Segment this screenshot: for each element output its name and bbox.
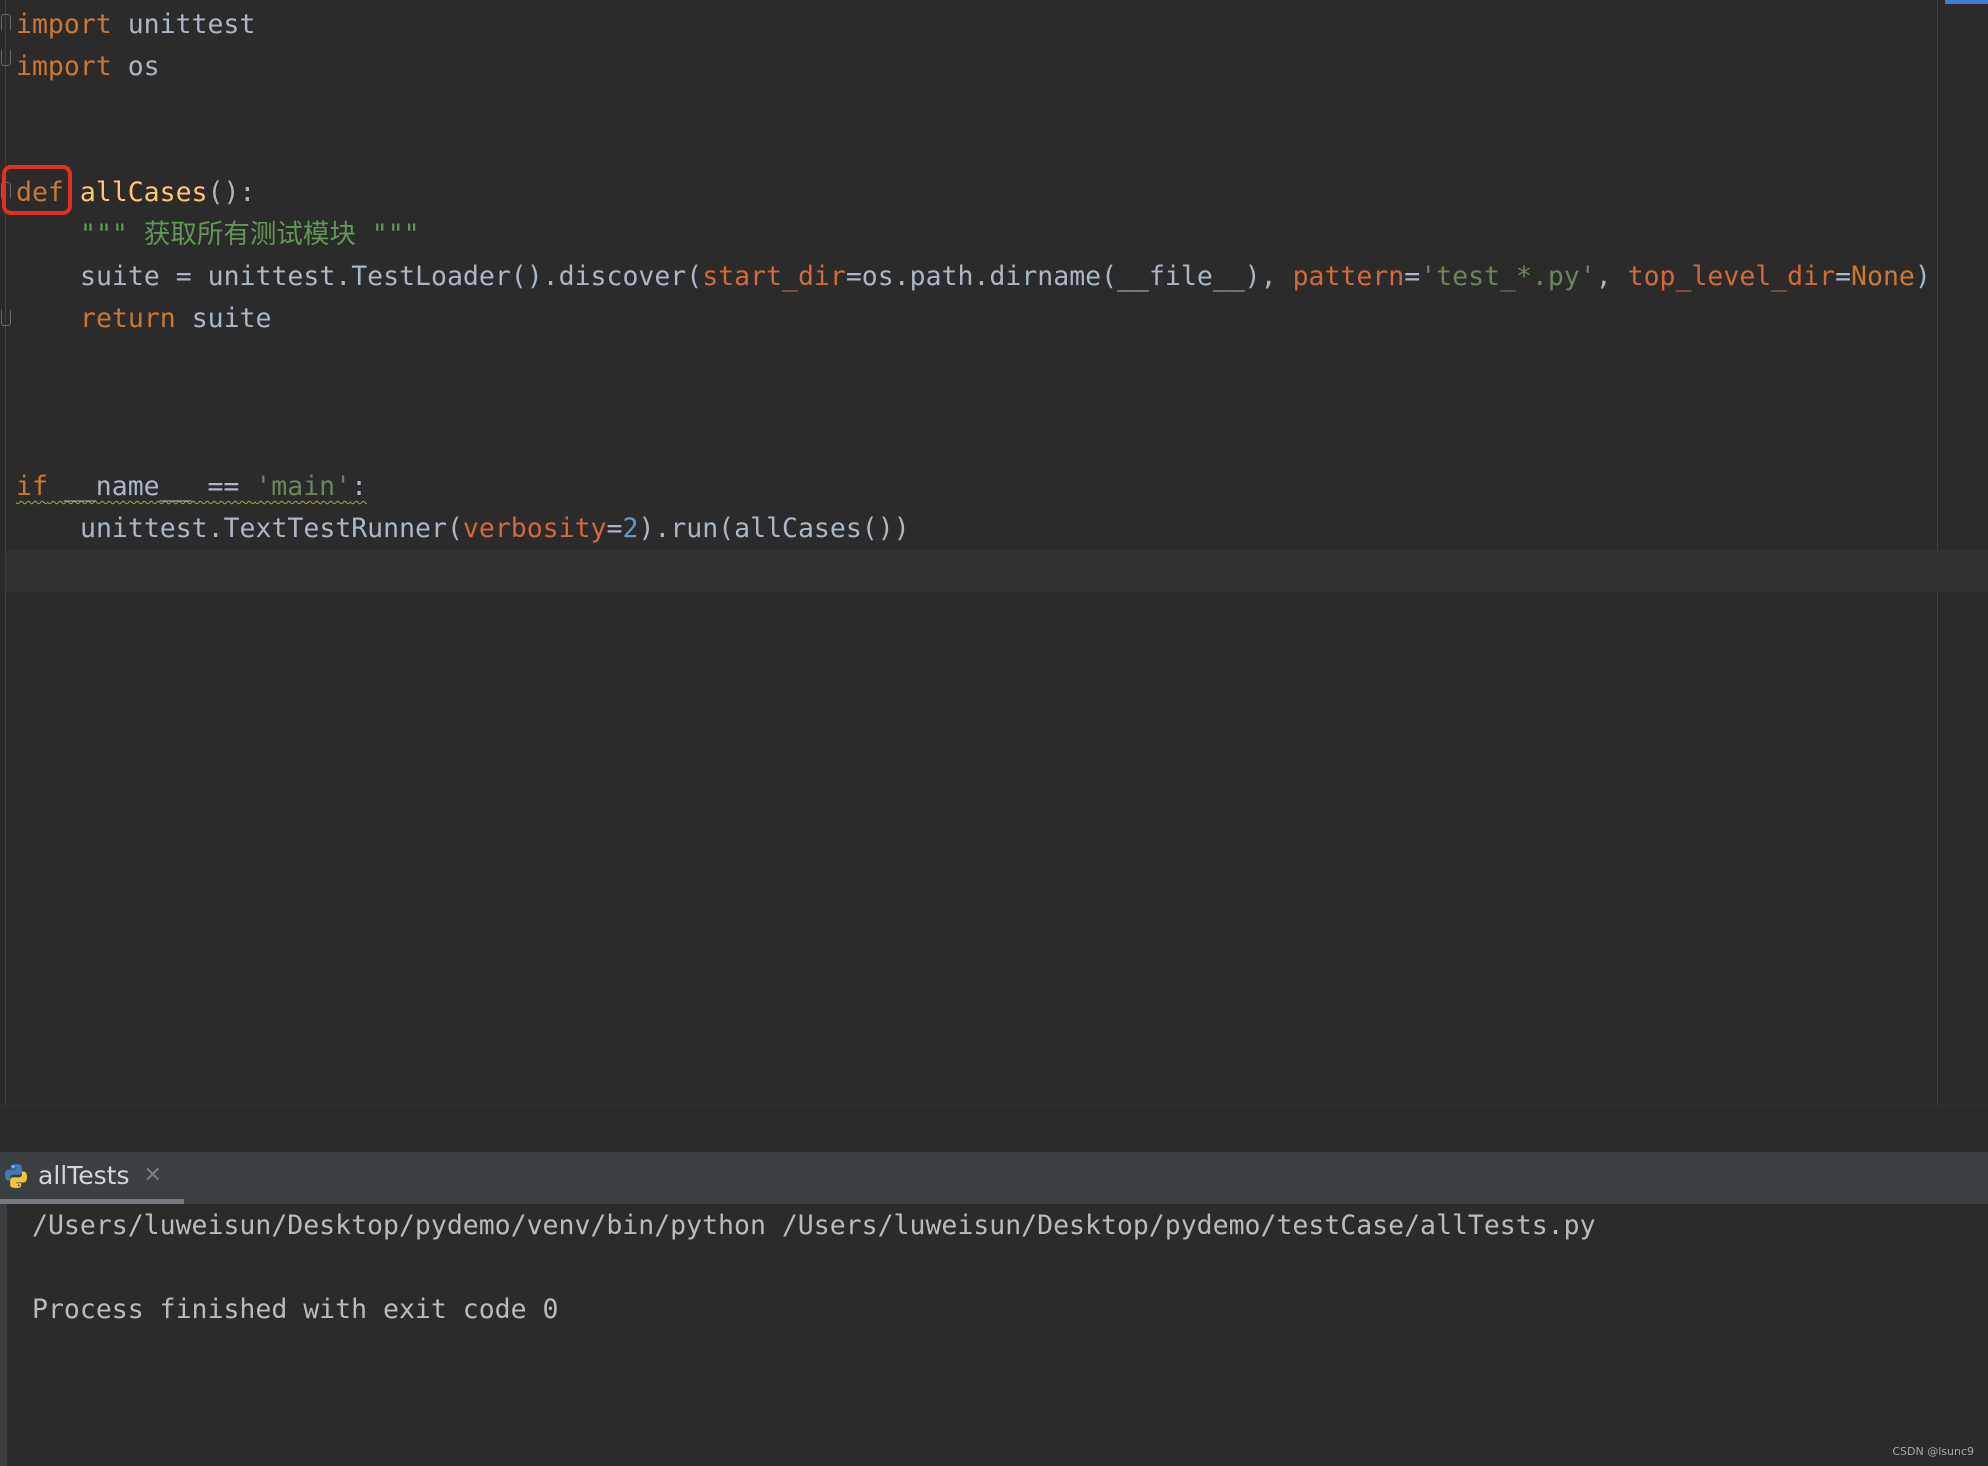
code-text: =	[1404, 261, 1421, 292]
fold-end-icon[interactable]	[1, 50, 11, 66]
keyword-import: import	[16, 9, 112, 40]
code-text: suite = unittest.TestLoader().discover(	[80, 261, 703, 292]
code-text: )	[1914, 261, 1931, 292]
string-main: 'main'	[255, 471, 352, 502]
keyword-import: import	[16, 51, 112, 82]
run-console[interactable]: /Users/luweisun/Desktop/pydemo/venv/bin/…	[0, 1204, 1988, 1466]
annotation-highlight-box	[2, 165, 72, 215]
param-start-dir: start_dir	[702, 261, 846, 292]
fold-end-icon[interactable]	[1, 310, 11, 326]
ide-window: import unittest import os def allCases()…	[0, 0, 1988, 1466]
code-text: ).run(allCases())	[638, 513, 910, 544]
keyword-none: None	[1851, 261, 1915, 292]
import-module: unittest	[111, 9, 256, 40]
code-text: unittest.TextTestRunner(	[80, 513, 463, 544]
python-icon	[5, 1163, 28, 1188]
code-line-1[interactable]: import unittest	[16, 4, 255, 46]
code-line-6[interactable]: """ 获取所有测试模块 """	[16, 214, 420, 256]
docstring: """ 获取所有测试模块 """	[80, 219, 420, 250]
return-value: suite	[175, 303, 272, 334]
console-exit-line: Process finished with exit code 0	[32, 1294, 559, 1325]
code-line-2[interactable]: import os	[16, 46, 160, 88]
run-tab-alltests[interactable]: allTests ✕	[0, 1152, 184, 1204]
code-line-7[interactable]: suite = unittest.TestLoader().discover(s…	[16, 256, 1931, 298]
code-line-8[interactable]: return suite	[16, 298, 271, 340]
function-name: allCases	[79, 177, 208, 208]
code-editor[interactable]: import unittest import os def allCases()…	[0, 0, 1988, 1105]
code-text: =	[606, 513, 623, 544]
import-module: os	[111, 51, 160, 82]
panel-separator[interactable]	[0, 1105, 1988, 1152]
code-line-12[interactable]: if __name__ == 'main':	[16, 466, 367, 508]
keyword-if: if	[16, 471, 48, 502]
run-tab-label: allTests	[38, 1161, 130, 1190]
keyword-return: return	[80, 303, 176, 334]
console-toolbar-strip	[0, 1204, 7, 1466]
scroll-indicator[interactable]	[1945, 0, 1988, 4]
param-top-level-dir: top_level_dir	[1627, 261, 1836, 292]
param-verbosity: verbosity	[462, 513, 607, 544]
function-signature: ():	[207, 177, 256, 208]
run-tool-window-tabs: allTests ✕	[0, 1152, 1988, 1204]
code-line-13[interactable]: unittest.TextTestRunner(verbosity=2).run…	[16, 508, 910, 550]
watermark: CSDN @lsunc9	[1892, 1445, 1974, 1458]
console-command-line: /Users/luweisun/Desktop/pydemo/venv/bin/…	[32, 1210, 1596, 1241]
warning-squiggle[interactable]: if __name__ == 'main':	[16, 471, 367, 502]
number-literal: 2	[622, 513, 639, 544]
fold-start-icon[interactable]	[1, 14, 11, 30]
code-text: :	[351, 471, 368, 502]
close-icon[interactable]: ✕	[143, 1163, 161, 1188]
param-pattern: pattern	[1292, 261, 1405, 292]
code-text: ,	[1595, 261, 1628, 292]
code-text: =	[1835, 261, 1852, 292]
string-pattern: 'test_*.py'	[1420, 261, 1596, 292]
code-text: =os.path.dirname(__file__),	[845, 261, 1293, 292]
code-text: __name__ ==	[47, 471, 256, 502]
current-line-highlight	[6, 550, 1988, 592]
